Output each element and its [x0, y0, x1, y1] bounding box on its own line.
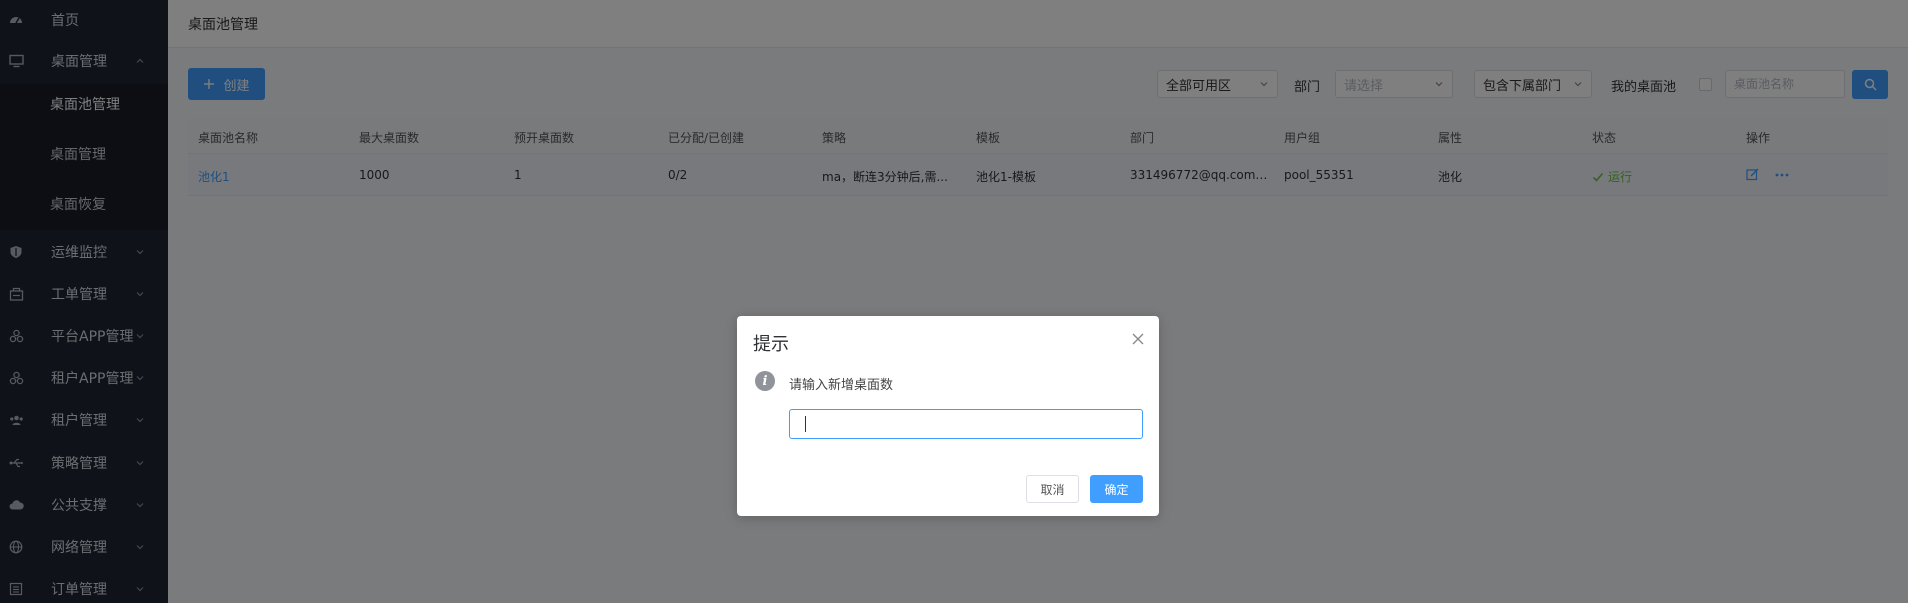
close-icon[interactable] — [1131, 332, 1145, 346]
confirm-button[interactable]: 确定 — [1090, 475, 1143, 503]
text-cursor — [805, 416, 806, 432]
cancel-button[interactable]: 取消 — [1026, 475, 1079, 503]
dialog-message: 请输入新增桌面数 — [789, 378, 894, 393]
desktop-count-input[interactable] — [789, 409, 1143, 439]
dialog-title: 提示 — [753, 334, 789, 355]
prompt-dialog: 提示 i 请输入新增桌面数 取消 确定 — [737, 316, 1159, 516]
info-icon: i — [755, 371, 775, 391]
